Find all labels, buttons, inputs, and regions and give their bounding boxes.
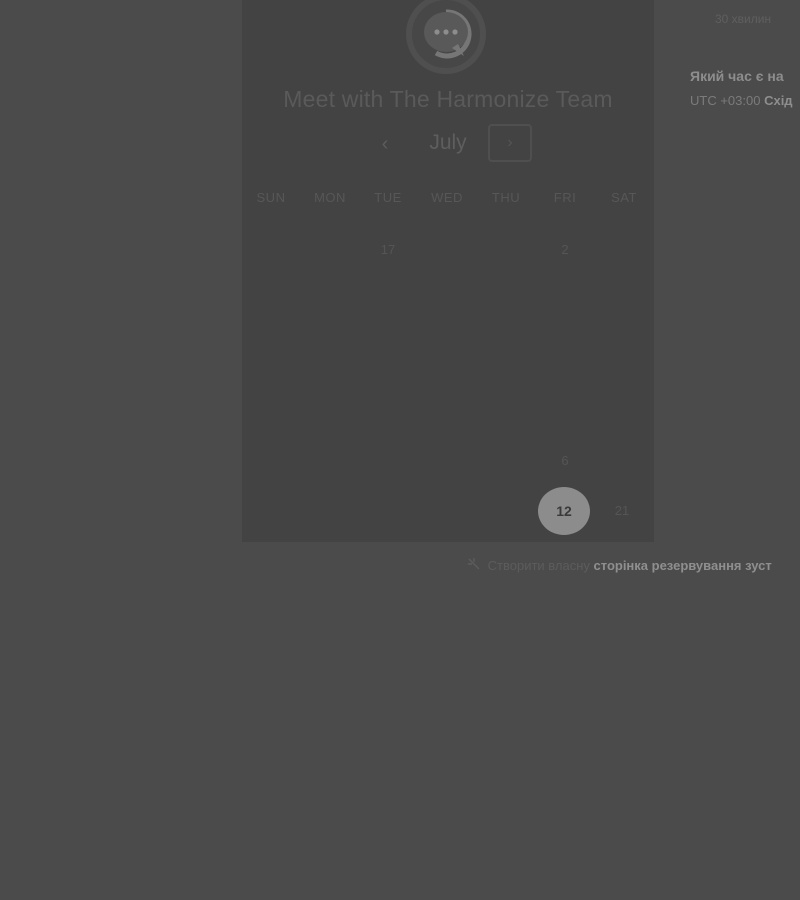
month-label: July <box>429 131 467 154</box>
time-question-heading: Який час є на <box>690 68 784 84</box>
weekday-fri: FRI <box>553 190 577 205</box>
calendar-day-17[interactable]: 17 <box>368 242 408 257</box>
chevron-left-icon: ‹ <box>381 133 389 155</box>
footer-prefix: Створити власну <box>487 558 590 573</box>
calendar-day-2[interactable]: 2 <box>545 242 585 257</box>
timezone-offset: UTC +03:00 <box>690 93 761 108</box>
weekday-tue: TUE <box>374 190 402 205</box>
chevron-right-icon: › <box>507 134 513 151</box>
meeting-title: Meet with The Harmonize Team <box>283 86 613 112</box>
weekday-sat: SAT <box>611 190 637 205</box>
timezone-name: Схід <box>764 93 793 108</box>
create-booking-page-link[interactable]: сторінка резервування зуст <box>594 558 772 573</box>
meeting-duration: 30 хвилин <box>715 12 772 26</box>
calendar-day-12-selected[interactable]: 12 <box>538 487 590 535</box>
prev-month-button[interactable]: ‹ <box>374 131 396 157</box>
footer-promo: Створити власну сторінка резервування зу… <box>468 558 772 573</box>
chat-bubble-logo-icon <box>406 0 486 74</box>
weekday-wed: WED <box>431 190 463 205</box>
weekday-sun: SUN <box>256 190 286 205</box>
calendar-day-6[interactable]: 6 <box>545 453 585 468</box>
booking-card: Meet with The Harmonize Team ‹ July › SU… <box>242 0 654 542</box>
sparkle-icon <box>468 558 484 573</box>
weekday-mon: MON <box>314 190 346 205</box>
next-month-button[interactable]: › <box>488 124 532 162</box>
weekday-thu: THU <box>491 190 521 205</box>
calendar-day-21[interactable]: 21 <box>602 503 642 518</box>
timezone-selector[interactable]: UTC +03:00 Схід <box>690 93 793 108</box>
